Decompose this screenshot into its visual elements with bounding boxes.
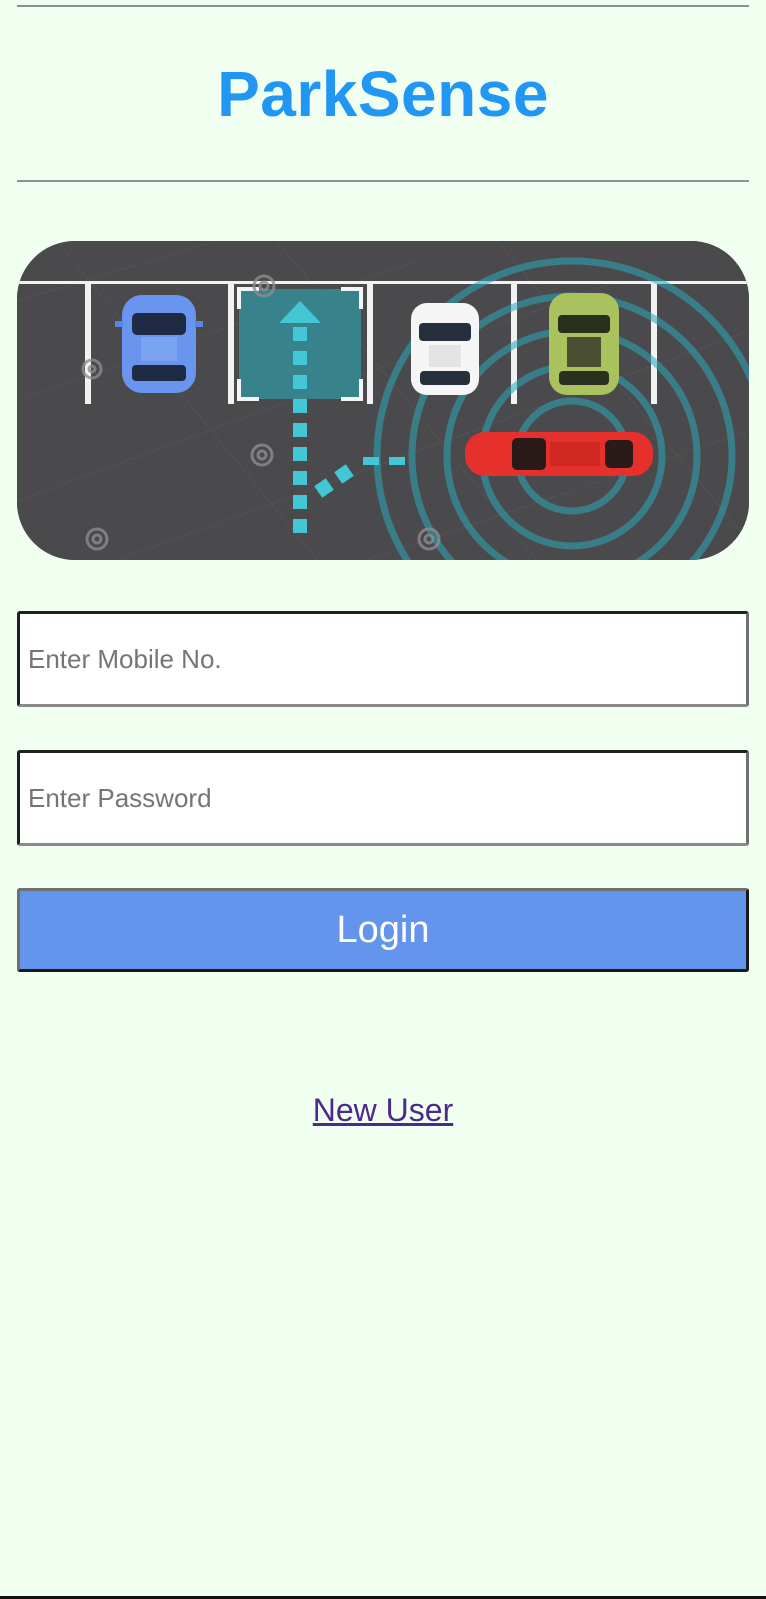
title-divider [17,180,749,182]
top-divider [17,5,749,7]
parking-lot-illustration [17,241,749,560]
app-title: ParkSense [217,58,549,130]
parking-illustration-image [17,241,749,560]
login-button[interactable]: Login [17,888,749,972]
mobile-number-input[interactable] [17,611,749,707]
password-input[interactable] [17,750,749,846]
new-user-link[interactable]: New User [0,1092,766,1129]
